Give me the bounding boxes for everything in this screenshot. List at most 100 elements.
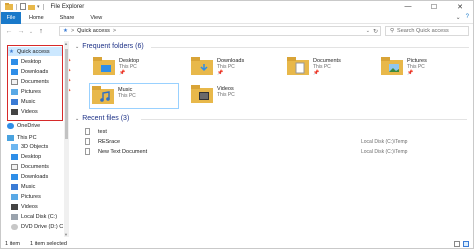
address-location[interactable]: Quick access [77, 28, 110, 34]
recent-file-row[interactable]: New Text Document Local Disk (C:)\Temp [85, 147, 465, 156]
videos-icon [11, 203, 18, 210]
folder-tile-music[interactable]: Music This PC [89, 83, 179, 109]
quick-access-toolbar-icon[interactable] [5, 3, 13, 10]
maximize-button[interactable]: ☐ [421, 1, 447, 12]
folder-tile-documents[interactable]: Documents This PC 📌 [285, 55, 375, 81]
sidebar-item-label: 3D Objects [21, 143, 49, 150]
title-bar: ▾ File Explorer — ☐ ✕ [1, 1, 473, 12]
sidebar-item-label: This PC [17, 134, 37, 141]
group-title: Recent files (3) [82, 115, 130, 122]
collapse-chevron-icon[interactable]: ⌄ [75, 116, 79, 122]
group-title: Frequent folders (6) [82, 43, 144, 50]
help-icon[interactable]: ? [466, 14, 469, 21]
breadcrumb-chevron-icon[interactable]: > [113, 28, 116, 34]
pictures-folder-icon [381, 57, 403, 75]
sidebar-item-onedrive[interactable]: OneDrive [7, 121, 69, 130]
pin-icon: 📌 [119, 70, 126, 76]
file-name: RESrace [98, 138, 121, 145]
computer-icon [7, 134, 14, 141]
sidebar-item-label: OneDrive [17, 122, 41, 129]
window-controls: — ☐ ✕ [395, 1, 473, 12]
folder-location: This PC [217, 92, 235, 98]
close-button[interactable]: ✕ [447, 1, 473, 12]
music-folder-icon [92, 86, 114, 104]
documents-icon [11, 163, 18, 170]
sidebar-item-label: Documents [21, 163, 49, 170]
navigation-scrollbar[interactable]: ▲ ▼ [64, 41, 69, 237]
address-row: ← → ⌄ ↑ ★ > Quick access > ⌄ ↻ ⚲ Search … [1, 25, 473, 38]
sidebar-item-this-pc[interactable]: This PC [7, 133, 69, 142]
new-folder-icon[interactable] [28, 3, 35, 10]
window-title: File Explorer [50, 3, 85, 10]
local-disk-icon [11, 213, 18, 220]
address-dropdown-icon[interactable]: ⌄ [366, 28, 370, 34]
documents-folder-icon [287, 57, 309, 75]
separator [16, 3, 17, 10]
sidebar-item-label: Videos [21, 203, 38, 210]
up-arrow-icon[interactable]: ↑ [35, 28, 47, 35]
divider [141, 119, 467, 120]
item-count: 1 item [5, 241, 20, 247]
tab-share[interactable]: Share [52, 15, 83, 21]
large-icons-view-icon[interactable] [463, 241, 469, 247]
dvd-drive-icon [11, 223, 18, 230]
sidebar-item-label: Local Disk (C:) [21, 213, 58, 220]
search-icon: ⚲ [390, 28, 395, 34]
divider [151, 47, 469, 48]
file-name: test [98, 128, 107, 135]
pin-icon: 📌 [217, 70, 224, 76]
forward-arrow-icon[interactable]: → [15, 28, 27, 35]
recent-file-row[interactable]: RESrace Local Disk (C:)\Temp [85, 137, 465, 146]
folder-tile-desktop[interactable]: Desktop This PC 📌 [91, 55, 181, 81]
pictures-icon [11, 193, 18, 200]
frequent-folders-header[interactable]: ⌄ Frequent folders (6) [75, 43, 144, 50]
details-view-icon[interactable] [454, 241, 460, 247]
downloads-icon [11, 173, 18, 180]
folder-tile-videos[interactable]: Videos This PC [189, 83, 279, 109]
recent-files-header[interactable]: ⌄ Recent files (3) [75, 115, 129, 122]
folder-tile-downloads[interactable]: Downloads This PC 📌 [189, 55, 279, 81]
text-file-icon [85, 138, 90, 145]
minimize-button[interactable]: — [395, 1, 421, 12]
quick-access-star-icon: ★ [63, 28, 68, 34]
desktop-folder-icon [93, 57, 115, 75]
file-name: New Text Document [98, 148, 148, 155]
cloud-icon [7, 122, 14, 129]
folder-tile-pictures[interactable]: Pictures This PC 📌 [379, 55, 469, 81]
refresh-icon[interactable]: ↻ [373, 28, 378, 35]
separator [42, 3, 44, 10]
properties-icon[interactable] [20, 3, 26, 10]
address-bar[interactable]: ★ > Quick access > ⌄ ↻ [59, 26, 381, 36]
tab-view[interactable]: View [82, 15, 110, 21]
customize-toolbar-icon[interactable]: ▾ [37, 4, 40, 10]
scroll-down-icon[interactable]: ▼ [64, 232, 68, 237]
recent-locations-icon[interactable]: ⌄ [27, 29, 35, 35]
sidebar-item-label: Pictures [21, 193, 41, 200]
sidebar-item-label: Downloads [21, 173, 49, 180]
file-explorer-window: ▾ File Explorer — ☐ ✕ File Home Share Vi… [0, 0, 474, 249]
scroll-up-icon[interactable]: ▲ [64, 41, 68, 46]
recent-file-row[interactable]: test [85, 127, 465, 136]
sidebar-item-label: DVD Drive (D:) C [21, 223, 64, 230]
pin-icon: 📌 [407, 70, 414, 76]
text-file-icon [85, 148, 90, 155]
3d-objects-icon [11, 143, 18, 150]
sidebar-item-label: Desktop [21, 153, 42, 160]
back-arrow-icon[interactable]: ← [3, 28, 15, 35]
expand-ribbon-icon[interactable]: ⌄ [456, 14, 461, 21]
content-pane: ⌄ Frequent folders (6) Desktop This PC 📌… [71, 39, 473, 237]
text-file-icon [85, 128, 90, 135]
desktop-icon [11, 153, 18, 160]
folder-location: This PC [118, 93, 136, 99]
status-bar: 1 item 1 item selected [1, 239, 473, 249]
videos-folder-icon [191, 85, 213, 103]
scrollbar-thumb[interactable] [65, 49, 68, 139]
tab-file[interactable]: File [1, 11, 21, 24]
quick-access-highlight-box [7, 45, 63, 121]
search-input[interactable]: ⚲ Search Quick access [385, 26, 469, 36]
pin-icon: 📌 [313, 70, 320, 76]
file-location: Local Disk (C:)\Temp [361, 138, 408, 145]
tab-home[interactable]: Home [21, 15, 52, 21]
collapse-chevron-icon[interactable]: ⌄ [75, 44, 79, 50]
selection-count: 1 item selected [29, 241, 67, 247]
